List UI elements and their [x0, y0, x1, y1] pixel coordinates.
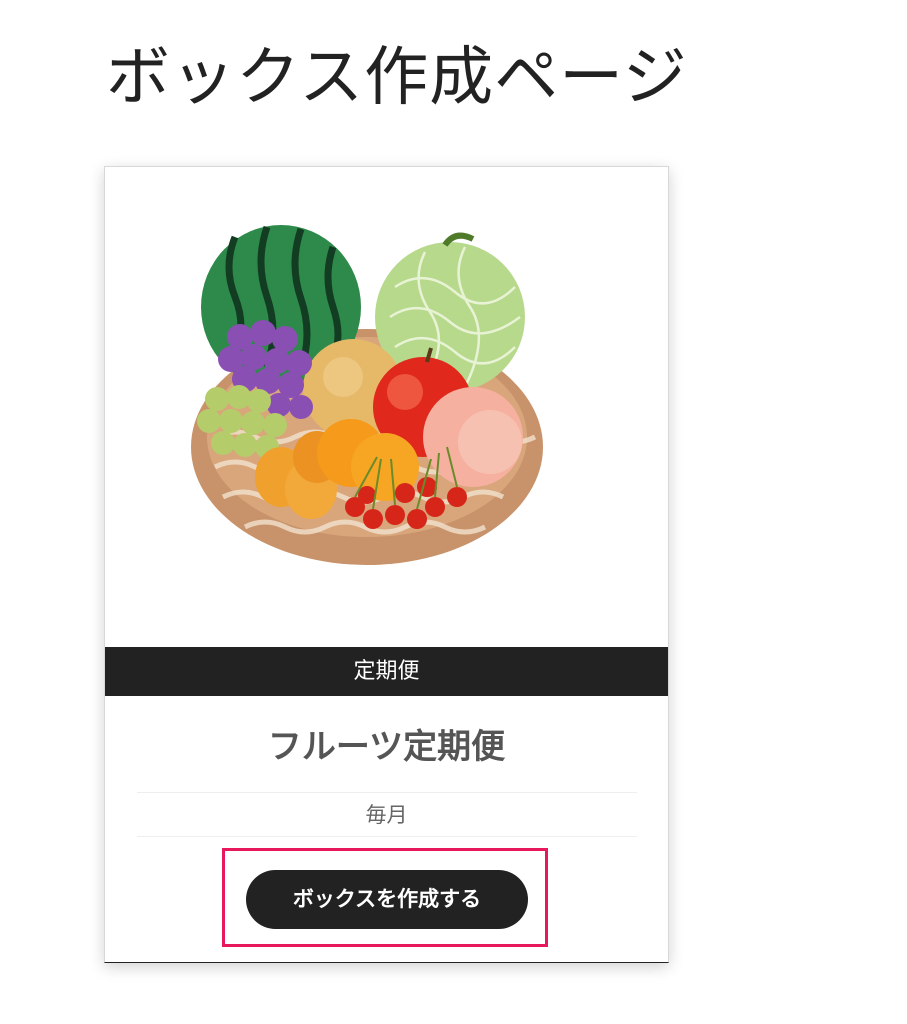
plan-name: フルーツ定期便 [267, 727, 506, 767]
page-title: ボックス作成ページ [106, 41, 688, 115]
create-box-button[interactable]: ボックスを作成する [246, 870, 528, 929]
divider [137, 792, 637, 793]
divider [137, 836, 637, 837]
category-label: 定期便 [105, 647, 668, 696]
fruit-basket-image [191, 225, 543, 565]
box-plan-card: 定期便 フルーツ定期便 毎月 ボックスを作成する [104, 166, 669, 963]
delivery-frequency: 毎月 [365, 803, 408, 827]
